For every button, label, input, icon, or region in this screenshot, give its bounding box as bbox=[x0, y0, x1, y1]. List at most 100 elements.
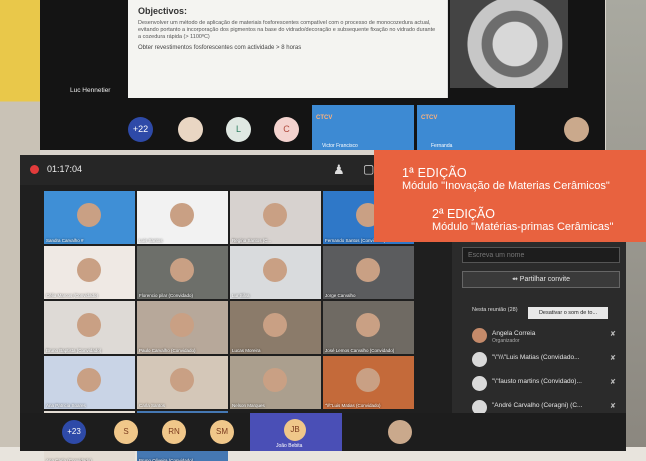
participant-video-face bbox=[169, 257, 194, 282]
participant-tile-label: Fernanda bbox=[431, 143, 453, 149]
video-tile[interactable]: Paulo Carvalho (Convidado) bbox=[137, 301, 228, 354]
participant-video-face bbox=[76, 202, 101, 227]
participant-video-face bbox=[76, 312, 101, 337]
participant-tile-label: Victor Francisco bbox=[322, 143, 358, 149]
video-tile[interactable]: Nelson Marques bbox=[230, 356, 321, 409]
video-tile[interactable]: Lur Silva bbox=[230, 246, 321, 299]
video-tile[interactable]: Carla Santos bbox=[137, 356, 228, 409]
video-tile[interactable]: Bruno Baptista (Convidado) bbox=[44, 301, 135, 354]
video-tile-name: Carla Santos bbox=[139, 403, 166, 408]
participant-avatar bbox=[472, 376, 487, 391]
share-invite-button[interactable]: ⇴ Partilhar convite bbox=[462, 271, 620, 288]
participant-photo-avatar[interactable] bbox=[564, 117, 589, 142]
participant-photo-avatar[interactable] bbox=[388, 420, 412, 444]
mute-all-button[interactable]: Desativar o som de to... bbox=[528, 307, 608, 319]
video-tile-name: Ana Patricia Soares bbox=[46, 403, 86, 408]
participant-list-item[interactable]: "\"\\\"Luis Matias (Convidado... ✘ bbox=[472, 351, 622, 371]
video-grid: Sandra Carvalho # Luis Santos Regina Santo… bbox=[44, 191, 416, 461]
chat-icon[interactable]: ▢ bbox=[363, 162, 374, 176]
video-tile-name: Paulo Carvalho (Convidado) bbox=[139, 348, 196, 353]
video-tile-name: Florencio pilar (Convidado) bbox=[139, 293, 194, 298]
share-invite-label: Partilhar convite bbox=[519, 276, 570, 283]
video-tile-name: Nelson Marques bbox=[232, 403, 265, 408]
upper-monitor: Objectivos: Desenvolver um método de apl… bbox=[40, 0, 605, 150]
video-tile[interactable]: Ana Patricia Soares bbox=[44, 356, 135, 409]
participant-video-face bbox=[169, 202, 194, 227]
video-tile[interactable]: Regina Santos (C... bbox=[230, 191, 321, 244]
participant-avatar-rn[interactable]: RN bbox=[162, 420, 186, 444]
participant-list-item[interactable]: "\"fausto martins (Convidado)... ✘ bbox=[472, 375, 622, 395]
video-tile-name: "\\\"Luis Matias (Convidado) bbox=[325, 403, 381, 408]
participant-video-face bbox=[169, 367, 194, 392]
participant-name: Angela Correia bbox=[492, 330, 536, 337]
slide-title: Objectivos: bbox=[138, 6, 188, 16]
participant-avatar-jb: JB bbox=[284, 419, 306, 441]
video-tile-name: Bruno Baptista (Convidado) bbox=[46, 348, 102, 353]
slide-footnote: Obter revestimentos fosforescentes com a… bbox=[138, 45, 302, 51]
ctcv-logo: CTCV bbox=[421, 115, 438, 121]
banner-edition-2: 2ª EDIÇÃO bbox=[432, 207, 495, 221]
invite-name-input[interactable] bbox=[462, 247, 620, 263]
video-tile[interactable]: Sandra Carvalho # bbox=[44, 191, 135, 244]
banner-edition-1: 1ª EDIÇÃO bbox=[402, 166, 467, 180]
slide-body: Desenvolver um método de aplicação de ma… bbox=[138, 20, 436, 40]
slide-image bbox=[450, 0, 568, 88]
participant-role: Organizador bbox=[492, 338, 520, 344]
share-icon: ⇴ bbox=[511, 276, 520, 283]
video-tile[interactable]: Jorge Carvalho bbox=[323, 246, 414, 299]
participant-name: "\"\\\"Luis Matias (Convidado... bbox=[492, 354, 580, 361]
participant-tile-label: João Bebita bbox=[276, 443, 303, 449]
participant-video-face bbox=[76, 367, 101, 392]
participant-tile-victor[interactable]: CTCV Victor Francisco bbox=[312, 105, 414, 150]
top-participants-row: +22 L C CTCV Victor Francisco CTCV Ferna… bbox=[80, 105, 645, 150]
participant-tile-joao[interactable]: JB João Bebita bbox=[250, 413, 342, 451]
participant-photo-avatar[interactable] bbox=[178, 117, 203, 142]
people-icon[interactable]: ♟ bbox=[333, 162, 345, 178]
participant-video-face bbox=[76, 257, 101, 282]
mic-off-icon: ✘ bbox=[610, 331, 616, 338]
video-tile[interactable]: "\\\"Luis Matias (Convidado) bbox=[323, 356, 414, 409]
video-tile-name: Regina Santos (C... bbox=[232, 238, 272, 243]
presentation-slide: Objectivos: Desenvolver um método de apl… bbox=[128, 0, 448, 98]
call-timer: 01:17:04 bbox=[47, 164, 83, 174]
participant-video-face bbox=[262, 312, 287, 337]
participant-avatar-c[interactable]: C bbox=[274, 117, 299, 142]
recording-icon bbox=[30, 165, 39, 174]
video-tile[interactable]: Luis Santos bbox=[137, 191, 228, 244]
video-tile-name: Sandra Carvalho # bbox=[46, 238, 84, 243]
participant-video-face bbox=[355, 312, 380, 337]
video-tile-name: Célia Marcos (Convidado) bbox=[46, 293, 99, 298]
video-tile[interactable]: Florencio pilar (Convidado) bbox=[137, 246, 228, 299]
mic-off-icon: ✘ bbox=[610, 355, 616, 362]
participant-avatar bbox=[472, 352, 487, 367]
video-tile-name: Lur Silva bbox=[232, 293, 250, 298]
participant-video-face bbox=[262, 202, 287, 227]
bottom-participants-row: +23 S RN SM JB João Bebita bbox=[20, 413, 626, 451]
video-tile-name: José Lemos Carvalho (Convidado) bbox=[325, 348, 395, 353]
presenter-name: Luc Hennetier bbox=[70, 87, 111, 94]
overflow-count-avatar[interactable]: +23 bbox=[62, 420, 86, 444]
mic-off-icon: ✘ bbox=[610, 403, 616, 410]
video-tile[interactable]: José Lemos Carvalho (Convidado) bbox=[323, 301, 414, 354]
participant-avatar-l[interactable]: L bbox=[226, 117, 251, 142]
video-tile-name: Jorge Carvalho bbox=[325, 293, 356, 298]
participant-avatar-s[interactable]: S bbox=[114, 420, 138, 444]
participant-list-item[interactable]: Angela Correia Organizador ✘ bbox=[472, 327, 622, 347]
video-tile[interactable]: Célia Marcos (Convidado) bbox=[44, 246, 135, 299]
participant-avatar bbox=[472, 328, 487, 343]
participant-name: "André Carvalho (Ceragni) (C... bbox=[492, 402, 583, 409]
banner-module-1: Módulo "Inovação de Materias Cerâmicos" bbox=[402, 180, 610, 192]
overflow-count-avatar[interactable]: +22 bbox=[128, 117, 153, 142]
participant-avatar-sm[interactable]: SM bbox=[210, 420, 234, 444]
video-tile[interactable]: Lucas Moreira bbox=[230, 301, 321, 354]
participant-video-face bbox=[355, 367, 380, 392]
participant-name: "\"fausto martins (Convidado)... bbox=[492, 378, 582, 385]
banner-module-2: Módulo "Matérias-primas Cerâmicas" bbox=[432, 221, 614, 233]
edition-banner: 1ª EDIÇÃO Módulo "Inovação de Materias C… bbox=[374, 150, 646, 242]
participant-video-face bbox=[169, 312, 194, 337]
participant-tile-fernanda[interactable]: CTCV Fernanda bbox=[417, 105, 515, 150]
participant-video-face bbox=[262, 257, 287, 282]
participant-video-face bbox=[262, 367, 287, 392]
meeting-heading[interactable]: Nesta reunião (28) bbox=[472, 307, 522, 314]
participant-video-face bbox=[355, 257, 380, 282]
